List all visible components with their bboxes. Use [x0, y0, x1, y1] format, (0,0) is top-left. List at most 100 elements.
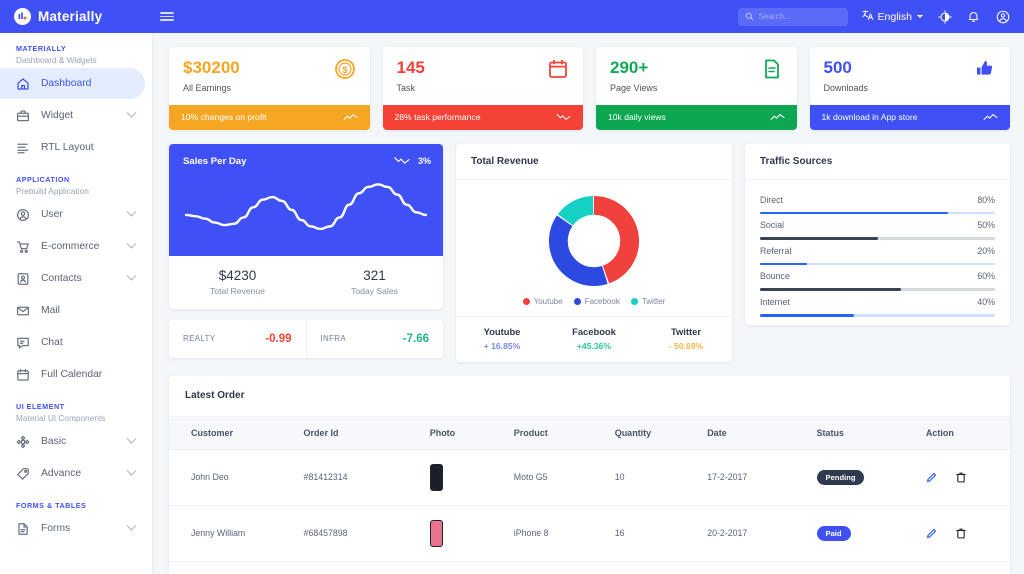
sidebar-navigation: MATERIALLY Dashboard & Widgets Dashboard Wi…	[0, 33, 152, 574]
legend-color-dot	[573, 297, 581, 305]
stat-card-downloads[interactable]: 500 Downloads 1k download in App store	[809, 47, 1011, 130]
legend-item[interactable]: Twitter	[630, 297, 665, 306]
cell-action	[925, 505, 1010, 562]
traffic-item-label: Direct	[760, 194, 783, 205]
stat-card-footer: 10% changes on profit	[169, 104, 370, 130]
trend-down-icon	[556, 113, 571, 121]
sidebar-item-advance[interactable]: Advance	[0, 458, 145, 489]
advance-components-icon	[16, 467, 30, 481]
table-row[interactable]: Lori Moore #45457898 Redmi 4 20 17-2-201…	[169, 561, 1010, 574]
sidebar-item-full-calendar[interactable]: Full Calendar	[0, 359, 145, 390]
traffic-column: Traffic Sources Direct 80% Social 50% Re…	[745, 143, 1010, 325]
table-row[interactable]: John Deo #81412314 Moto G5 10 17-2-2017 …	[169, 449, 1010, 506]
total-revenue-title: Total Revenue	[456, 144, 732, 180]
cell-status: Pending	[816, 449, 926, 506]
traffic-progress-fill	[760, 313, 854, 317]
sidebar-item-rtl-layout[interactable]: RTL Layout	[0, 132, 145, 163]
chevron-down-icon	[126, 107, 137, 118]
sidebar-item-contacts[interactable]: Contacts	[0, 263, 145, 294]
cell-product: Moto G5	[513, 449, 615, 506]
sales-summary: $4230 Total Revenue 321 Today Sales	[169, 256, 443, 309]
language-selector[interactable]: English	[861, 9, 923, 24]
legend-color-dot	[522, 297, 530, 305]
language-label: English	[877, 10, 912, 23]
total-revenue-stat: $4230 Total Revenue	[169, 268, 306, 296]
sidebar-section-caption: FORMS & TABLES	[16, 501, 87, 510]
sidebar-item-label: Basic	[41, 436, 67, 447]
sidebar-item-chat[interactable]: Chat	[0, 327, 145, 358]
sidebar-item-basic[interactable]: Basic	[0, 426, 145, 457]
middle-row: Sales Per Day 3% $4230 Total Revenue 321…	[169, 143, 1010, 362]
brand-logo[interactable]: Materially	[0, 0, 152, 33]
traffic-item-percent: 60%	[977, 271, 995, 282]
stat-card-footer: 28% task performance	[382, 104, 583, 130]
bell-icon[interactable]	[966, 9, 981, 24]
traffic-progress-fill	[760, 211, 948, 215]
sidebar-item-e-commerce[interactable]: E-commerce	[0, 231, 145, 262]
sidebar-item-dashboard[interactable]: Dashboard	[0, 68, 145, 99]
cell-date: 20-2-2017	[707, 505, 817, 562]
widget-icon	[16, 109, 30, 123]
legend-item[interactable]: Facebook	[573, 297, 620, 306]
today-sales-stat: 321 Today Sales	[306, 268, 443, 296]
stat-card-all-earnings[interactable]: $30200 All Earnings $ 10% changes on pro…	[169, 47, 370, 130]
traffic-progress-fill	[760, 288, 901, 291]
traffic-item-percent: 20%	[977, 245, 995, 256]
sidebar-item-label: User	[41, 209, 63, 220]
sidebar-item-label: Full Calendar	[41, 369, 103, 380]
cell-product: Redmi 4	[513, 561, 615, 574]
revenue-footer: Youtube + 16.85% Facebook +45.36% Twitter …	[456, 315, 732, 362]
traffic-progress-fill	[760, 262, 807, 266]
revenue-stat-percent: +45.36%	[576, 340, 612, 351]
trend-up-icon	[983, 113, 998, 121]
stat-card-top: 500 Downloads	[810, 47, 1011, 105]
donut-chart-wrap: Youtube Facebook Twitter	[456, 180, 732, 306]
delete-trash-icon[interactable]	[955, 527, 967, 539]
sidebar-item-label: Chat	[41, 337, 63, 348]
latest-order-title: Latest Order	[185, 389, 245, 401]
sidebar-section-ui-element: UI ELEMENT Material UI Components	[0, 391, 152, 425]
traffic-progress-track	[760, 313, 995, 317]
today-sales-label: Today Sales	[351, 285, 398, 296]
legend-label: Youtube	[533, 296, 563, 306]
sidebar-section-caption: APPLICATION	[16, 175, 70, 184]
orders-table-header: Customer Order Id Photo Product Quantity Date…	[169, 415, 1010, 450]
contacts-icon	[16, 272, 30, 286]
stat-footer-text: 1k download in App store	[821, 112, 918, 123]
table-row[interactable]: Jenny William #68457898 iPhone 8 16 20-2…	[169, 505, 1010, 562]
cell-customer: John Deo	[169, 449, 304, 506]
traffic-item-percent: 80%	[977, 194, 995, 205]
stat-value: 290+	[610, 58, 649, 77]
chevron-down-icon	[917, 15, 923, 18]
sidebar-item-user[interactable]: User	[0, 199, 145, 230]
cell-order-id: #45457898	[303, 561, 430, 574]
account-circle-icon[interactable]	[995, 9, 1010, 24]
legend-item[interactable]: Youtube	[522, 296, 563, 306]
cell-quantity: 16	[614, 505, 708, 562]
stat-value: 145	[396, 58, 425, 77]
brightness-contrast-icon[interactable]	[937, 9, 952, 24]
traffic-progress-track	[760, 288, 995, 291]
sidebar-item-label: Widget	[41, 110, 74, 121]
chevron-down-icon	[126, 238, 137, 249]
cell-customer: Jenny William	[169, 505, 304, 562]
chat-icon	[16, 336, 30, 350]
stat-card-page-views[interactable]: 290+ Page Views 10k daily views	[596, 47, 797, 130]
search-input[interactable]: Search...	[737, 7, 848, 26]
sidebar-item-label: Advance	[41, 468, 82, 479]
hamburger-menu-icon[interactable]	[152, 0, 182, 33]
top-bar-actions: Search... English	[737, 7, 1024, 26]
cell-date: 17-2-2017	[707, 449, 817, 506]
delete-trash-icon[interactable]	[955, 471, 967, 483]
stat-card-task[interactable]: 145 Task 28% task performance	[382, 47, 583, 130]
edit-pencil-icon[interactable]	[926, 527, 938, 539]
cell-photo	[429, 561, 514, 574]
sidebar-item-widget[interactable]: Widget	[0, 100, 145, 131]
sidebar-item-mail[interactable]: Mail	[0, 295, 145, 326]
sales-column: Sales Per Day 3% $4230 Total Revenue 321…	[169, 143, 443, 358]
sidebar-item-forms[interactable]: Forms	[0, 513, 145, 544]
traffic-item-label: Referral	[760, 245, 792, 256]
mini-stat-key: REALTY	[183, 334, 216, 344]
edit-pencil-icon[interactable]	[926, 471, 938, 483]
cell-action	[925, 561, 1010, 574]
